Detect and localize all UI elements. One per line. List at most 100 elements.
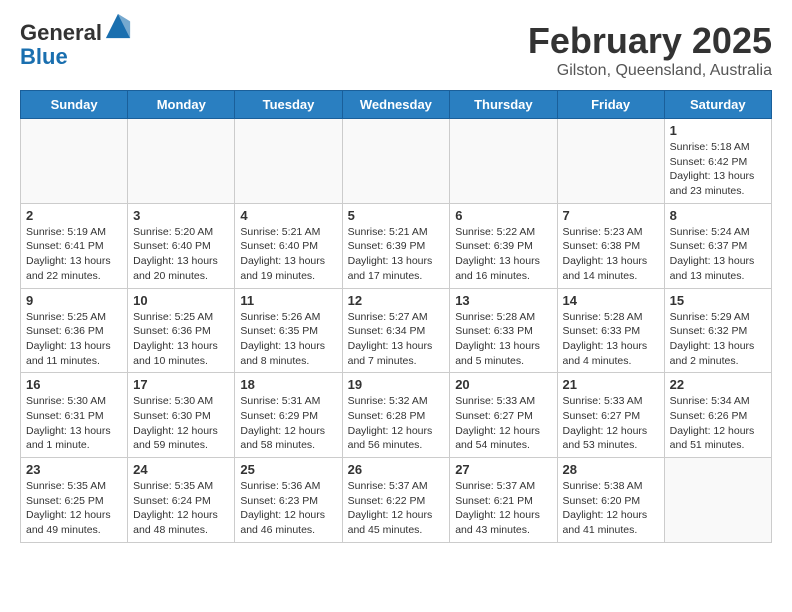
day-number: 19 <box>348 377 445 392</box>
day-info: Sunrise: 5:30 AM Sunset: 6:30 PM Dayligh… <box>133 394 229 453</box>
day-info: Sunrise: 5:32 AM Sunset: 6:28 PM Dayligh… <box>348 394 445 453</box>
day-number: 21 <box>563 377 659 392</box>
calendar-cell: 7Sunrise: 5:23 AM Sunset: 6:38 PM Daylig… <box>557 203 664 288</box>
calendar-cell: 22 Sunrise: 5:34 AM Sunset: 6:26 PM Dayli… <box>664 373 771 458</box>
calendar-cell <box>557 119 664 204</box>
calendar-cell <box>128 119 235 204</box>
calendar-cell <box>450 119 557 204</box>
calendar-cell <box>664 458 771 543</box>
calendar-subtitle: Gilston, Queensland, Australia <box>528 62 772 80</box>
weekday-header-wednesday: Wednesday <box>342 91 450 119</box>
calendar-cell: 4 Sunrise: 5:21 AM Sunset: 6:40 PM Daylig… <box>235 203 342 288</box>
day-number: 8 <box>670 208 766 223</box>
calendar-cell: 9 Sunrise: 5:25 AM Sunset: 6:36 PM Daylig… <box>21 288 128 373</box>
logo-general-text: General <box>20 20 102 45</box>
calendar-table: SundayMondayTuesdayWednesdayThursdayFrid… <box>20 90 772 543</box>
calendar-cell: 11Sunrise: 5:26 AM Sunset: 6:35 PM Dayli… <box>235 288 342 373</box>
day-number: 17 <box>133 377 229 392</box>
day-number: 28 <box>563 462 659 477</box>
calendar-cell: 3 Sunrise: 5:20 AM Sunset: 6:40 PM Daylig… <box>128 203 235 288</box>
week-row-2: 9 Sunrise: 5:25 AM Sunset: 6:36 PM Daylig… <box>21 288 772 373</box>
day-info: Sunrise: 5:19 AM Sunset: 6:41 PM Dayligh… <box>26 225 122 284</box>
calendar-cell: 1 Sunrise: 5:18 AM Sunset: 6:42 PM Daylig… <box>664 119 771 204</box>
weekday-header-thursday: Thursday <box>450 91 557 119</box>
day-number: 24 <box>133 462 229 477</box>
calendar-cell: 18 Sunrise: 5:31 AM Sunset: 6:29 PM Dayli… <box>235 373 342 458</box>
day-info: Sunrise: 5:29 AM Sunset: 6:32 PM Dayligh… <box>670 310 766 369</box>
week-row-4: 23 Sunrise: 5:35 AM Sunset: 6:25 PM Dayli… <box>21 458 772 543</box>
day-info: Sunrise: 5:28 AM Sunset: 6:33 PM Dayligh… <box>563 310 659 369</box>
day-number: 9 <box>26 293 122 308</box>
logo-blue-text: Blue <box>20 44 68 69</box>
day-info: Sunrise: 5:35 AM Sunset: 6:24 PM Dayligh… <box>133 479 229 538</box>
weekday-header-sunday: Sunday <box>21 91 128 119</box>
day-info: Sunrise: 5:21 AM Sunset: 6:39 PM Dayligh… <box>348 225 445 284</box>
calendar-cell: 12 Sunrise: 5:27 AM Sunset: 6:34 PM Dayli… <box>342 288 450 373</box>
day-info: Sunrise: 5:25 AM Sunset: 6:36 PM Dayligh… <box>26 310 122 369</box>
calendar-cell: 13Sunrise: 5:28 AM Sunset: 6:33 PM Dayli… <box>450 288 557 373</box>
day-number: 18 <box>240 377 336 392</box>
week-row-0: 1 Sunrise: 5:18 AM Sunset: 6:42 PM Daylig… <box>21 119 772 204</box>
day-number: 15 <box>670 293 766 308</box>
calendar-cell: 2 Sunrise: 5:19 AM Sunset: 6:41 PM Daylig… <box>21 203 128 288</box>
weekday-header-monday: Monday <box>128 91 235 119</box>
day-info: Sunrise: 5:31 AM Sunset: 6:29 PM Dayligh… <box>240 394 336 453</box>
calendar-cell: 28 Sunrise: 5:38 AM Sunset: 6:20 PM Dayli… <box>557 458 664 543</box>
day-number: 7 <box>563 208 659 223</box>
calendar-cell: 5 Sunrise: 5:21 AM Sunset: 6:39 PM Daylig… <box>342 203 450 288</box>
calendar-cell <box>21 119 128 204</box>
day-info: Sunrise: 5:20 AM Sunset: 6:40 PM Dayligh… <box>133 225 229 284</box>
day-number: 12 <box>348 293 445 308</box>
day-number: 10 <box>133 293 229 308</box>
day-number: 1 <box>670 123 766 138</box>
day-number: 2 <box>26 208 122 223</box>
calendar-cell: 10 Sunrise: 5:25 AM Sunset: 6:36 PM Dayli… <box>128 288 235 373</box>
day-info: Sunrise: 5:33 AM Sunset: 6:27 PM Dayligh… <box>563 394 659 453</box>
day-number: 25 <box>240 462 336 477</box>
calendar-cell: 15 Sunrise: 5:29 AM Sunset: 6:32 PM Dayli… <box>664 288 771 373</box>
day-info: Sunrise: 5:34 AM Sunset: 6:26 PM Dayligh… <box>670 394 766 453</box>
day-number: 23 <box>26 462 122 477</box>
day-number: 27 <box>455 462 551 477</box>
day-number: 11 <box>240 293 336 308</box>
day-info: Sunrise: 5:38 AM Sunset: 6:20 PM Dayligh… <box>563 479 659 538</box>
calendar-cell: 25 Sunrise: 5:36 AM Sunset: 6:23 PM Dayli… <box>235 458 342 543</box>
logo: General Blue <box>20 20 132 69</box>
day-info: Sunrise: 5:18 AM Sunset: 6:42 PM Dayligh… <box>670 140 766 199</box>
day-info: Sunrise: 5:24 AM Sunset: 6:37 PM Dayligh… <box>670 225 766 284</box>
calendar-title: February 2025 <box>528 20 772 62</box>
calendar-cell: 26Sunrise: 5:37 AM Sunset: 6:22 PM Dayli… <box>342 458 450 543</box>
day-info: Sunrise: 5:30 AM Sunset: 6:31 PM Dayligh… <box>26 394 122 453</box>
day-number: 20 <box>455 377 551 392</box>
calendar-cell: 23 Sunrise: 5:35 AM Sunset: 6:25 PM Dayli… <box>21 458 128 543</box>
day-info: Sunrise: 5:25 AM Sunset: 6:36 PM Dayligh… <box>133 310 229 369</box>
calendar-cell: 17 Sunrise: 5:30 AM Sunset: 6:30 PM Dayli… <box>128 373 235 458</box>
day-info: Sunrise: 5:33 AM Sunset: 6:27 PM Dayligh… <box>455 394 551 453</box>
day-number: 5 <box>348 208 445 223</box>
weekday-header-friday: Friday <box>557 91 664 119</box>
day-number: 26 <box>348 462 445 477</box>
day-number: 3 <box>133 208 229 223</box>
calendar-cell: 21 Sunrise: 5:33 AM Sunset: 6:27 PM Dayli… <box>557 373 664 458</box>
day-number: 4 <box>240 208 336 223</box>
day-info: Sunrise: 5:21 AM Sunset: 6:40 PM Dayligh… <box>240 225 336 284</box>
day-info: Sunrise: 5:36 AM Sunset: 6:23 PM Dayligh… <box>240 479 336 538</box>
week-row-1: 2 Sunrise: 5:19 AM Sunset: 6:41 PM Daylig… <box>21 203 772 288</box>
day-number: 13 <box>455 293 551 308</box>
logo-icon <box>104 12 132 40</box>
calendar-cell <box>235 119 342 204</box>
calendar-cell: 24 Sunrise: 5:35 AM Sunset: 6:24 PM Dayli… <box>128 458 235 543</box>
day-number: 22 <box>670 377 766 392</box>
day-info: Sunrise: 5:27 AM Sunset: 6:34 PM Dayligh… <box>348 310 445 369</box>
calendar-cell: 16 Sunrise: 5:30 AM Sunset: 6:31 PM Dayli… <box>21 373 128 458</box>
calendar-cell: 8 Sunrise: 5:24 AM Sunset: 6:37 PM Daylig… <box>664 203 771 288</box>
day-info: Sunrise: 5:37 AM Sunset: 6:21 PM Dayligh… <box>455 479 551 538</box>
calendar-cell: 6Sunrise: 5:22 AM Sunset: 6:39 PM Daylig… <box>450 203 557 288</box>
calendar-cell: 27 Sunrise: 5:37 AM Sunset: 6:21 PM Dayli… <box>450 458 557 543</box>
weekday-header-row: SundayMondayTuesdayWednesdayThursdayFrid… <box>21 91 772 119</box>
week-row-3: 16 Sunrise: 5:30 AM Sunset: 6:31 PM Dayli… <box>21 373 772 458</box>
day-number: 16 <box>26 377 122 392</box>
weekday-header-tuesday: Tuesday <box>235 91 342 119</box>
title-block: February 2025 Gilston, Queensland, Austr… <box>528 20 772 80</box>
day-info: Sunrise: 5:35 AM Sunset: 6:25 PM Dayligh… <box>26 479 122 538</box>
